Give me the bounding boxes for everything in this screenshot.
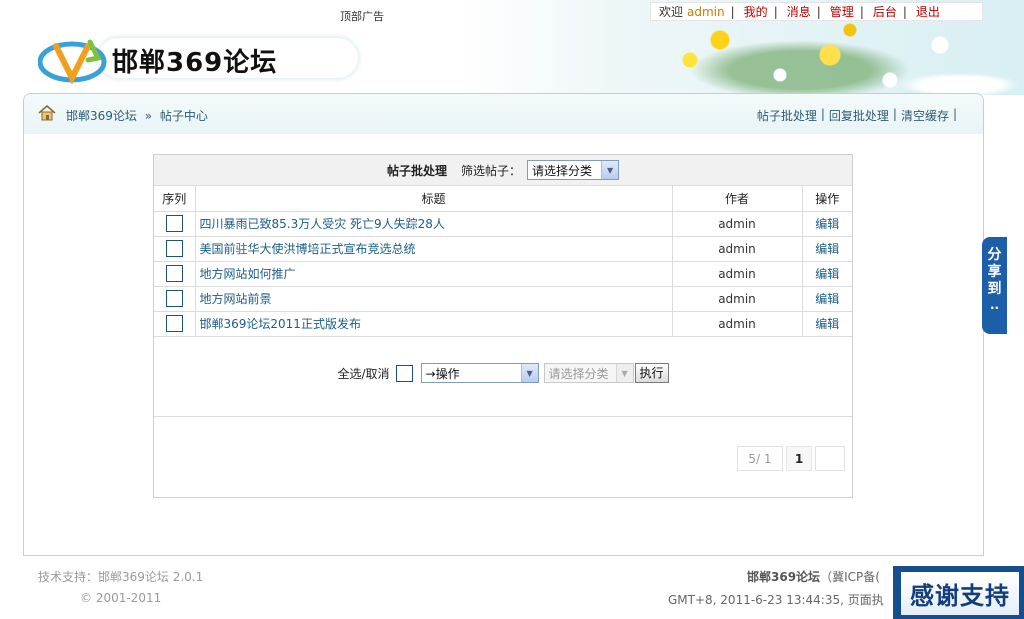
clear-cache-link[interactable]: 清空缓存 [901,107,949,124]
separator: | [773,4,778,19]
row-checkbox[interactable] [165,315,183,332]
share-dots: ·· [989,301,1000,315]
copyright-text: © 2001-2011 [80,591,162,605]
bulk-action-bar: 全选/取消 →操作 ▼ 请选择分类 ▼ 执行 [154,363,852,383]
footer-site-name[interactable]: 邯郸369论坛 [747,570,820,584]
logo-text: 邯郸369论坛 [112,48,278,78]
separator: | [892,107,897,121]
pager-info: 5/ 1 [737,446,783,471]
table-row: 地方网站前景 admin 编辑 [154,286,852,312]
table-row: 地方网站如何推广 admin 编辑 [154,261,852,287]
reply-batch-link[interactable]: 回复批处理 [829,107,889,124]
chevron-down-icon[interactable]: ▼ [615,364,633,382]
column-header-title: 标题 [195,186,673,212]
post-title-link[interactable]: 邯郸369论坛2011正式版发布 [195,311,673,337]
operation-select-value: →操作 [425,366,460,381]
chevron-down-icon[interactable]: ▼ [520,364,538,382]
column-header-operation: 操作 [802,186,852,212]
filter-select-value: 请选择分类 [532,163,593,178]
post-title-link[interactable]: 美国前驻华大使洪博培正式宣布竞选总统 [195,236,673,262]
post-title-link[interactable]: 地方网站如何推广 [195,261,673,287]
table-header-row: 序列 标题 作者 操作 [154,186,852,212]
logo-mark-icon [38,39,107,84]
column-header-author: 作者 [672,186,803,212]
admin-backend-link[interactable]: 后台 [873,3,897,20]
edit-link[interactable]: 编辑 [802,211,852,237]
panel-header: 帖子批处理 筛选帖子： 请选择分类 ▼ [154,155,852,186]
posts-table: 序列 标题 作者 操作 四川暴雨已致85.3万人受灾 死亡9人失踪28人 adm… [154,186,852,337]
separator: | [952,107,957,121]
separator: | [902,4,907,19]
separator: | [730,4,735,19]
logout-link[interactable]: 退出 [916,3,940,20]
tech-support-text: 技术支持：邯郸369论坛 2.0.1 [38,570,204,584]
breadcrumb-home-link[interactable]: 邯郸369论坛 [66,109,137,123]
pager-current-page[interactable]: 1 [786,446,812,471]
edit-link[interactable]: 编辑 [802,261,852,287]
edit-link[interactable]: 编辑 [802,236,852,262]
welcome-text: 欢迎 [659,5,684,19]
operation-select[interactable]: →操作 ▼ [420,363,539,383]
table-row: 邯郸369论坛2011正式版发布 admin 编辑 [154,311,852,337]
manage-link[interactable]: 管理 [830,3,854,20]
thanks-support-text: 感谢支持 [901,572,1019,615]
nav-bar: 邯郸369论坛 » 帖子中心 帖子批处理 | 回复批处理 | 清空缓存 | [24,94,983,134]
chevron-down-icon[interactable]: ▼ [601,161,619,179]
site-logo[interactable]: 邯郸369论坛 [38,34,358,84]
pagination: 5/ 1 1 [734,446,845,471]
post-title-link[interactable]: 四川暴雨已致85.3万人受灾 死亡9人失踪28人 [195,211,673,237]
footer-right: 邯郸369论坛（冀ICP备( GMT+8, 2011-6-23 13:44:35… [668,568,893,608]
column-header-seq: 序列 [154,186,196,212]
target-category-value: 请选择分类 [548,366,609,381]
my-link[interactable]: 我的 [744,3,768,20]
edit-link[interactable]: 编辑 [802,286,852,312]
share-char: 享 [987,264,1002,280]
select-all-label: 全选/取消 [337,366,390,381]
share-char: 到 [987,281,1002,297]
icp-text[interactable]: （冀ICP备( [820,570,880,584]
row-checkbox[interactable] [165,215,183,232]
post-author: admin [672,286,803,312]
row-checkbox[interactable] [165,240,183,257]
username-link[interactable]: admin [687,5,725,19]
pager-next[interactable] [815,446,845,471]
select-all-checkbox[interactable] [395,364,413,382]
user-link-bar: 欢迎 admin | 我的 | 消息 | 管理 | 后台 | 退出 [650,2,983,21]
edit-link[interactable]: 编辑 [802,311,852,337]
post-batch-link[interactable]: 帖子批处理 [757,107,817,124]
separator: | [816,4,821,19]
table-row: 美国前驻华大使洪博培正式宣布竞选总统 admin 编辑 [154,236,852,262]
breadcrumb: 邯郸369论坛 » 帖子中心 [66,107,208,124]
post-center-actions: 帖子批处理 | 回复批处理 | 清空缓存 | [757,107,961,124]
post-batch-panel: 帖子批处理 筛选帖子： 请选择分类 ▼ 序列 标题 作者 操作 四川暴雨已致85… [153,154,853,498]
divider [154,416,852,417]
post-author: admin [672,211,803,237]
execute-button[interactable]: 执行 [634,363,669,383]
post-author: admin [672,261,803,287]
top-ad-text: 顶部广告 [340,10,384,23]
target-category-select[interactable]: 请选择分类 ▼ [543,363,634,383]
row-checkbox[interactable] [165,265,183,282]
post-title-link[interactable]: 地方网站前景 [195,286,673,312]
server-time-text: GMT+8, 2011-6-23 13:44:35, 页面执 [668,593,884,607]
table-row: 四川暴雨已致85.3万人受灾 死亡9人失踪28人 admin 编辑 [154,211,852,237]
breadcrumb-current[interactable]: 帖子中心 [160,109,208,123]
messages-link[interactable]: 消息 [787,3,811,20]
home-icon[interactable] [38,105,56,121]
separator: | [859,4,864,19]
footer-left: 技术支持：邯郸369论坛 2.0.1 © 2001-2011 [38,568,203,605]
filter-category-select[interactable]: 请选择分类 ▼ [527,160,620,180]
breadcrumb-arrow: » [144,109,153,123]
separator: | [820,107,825,121]
page-header: 顶部广告 欢迎 admin | 我的 | 消息 | 管理 | 后台 | 退出 邯… [0,0,1024,95]
post-author: admin [672,236,803,262]
row-checkbox[interactable] [165,290,183,307]
panel-title: 帖子批处理 [386,163,447,178]
share-char: 分 [987,247,1002,263]
post-author: admin [672,311,803,337]
thanks-support-badge[interactable]: 感谢支持 [893,566,1024,619]
share-tab[interactable]: 分 享 到 ·· [982,237,1007,334]
filter-label: 筛选帖子： [461,163,522,178]
